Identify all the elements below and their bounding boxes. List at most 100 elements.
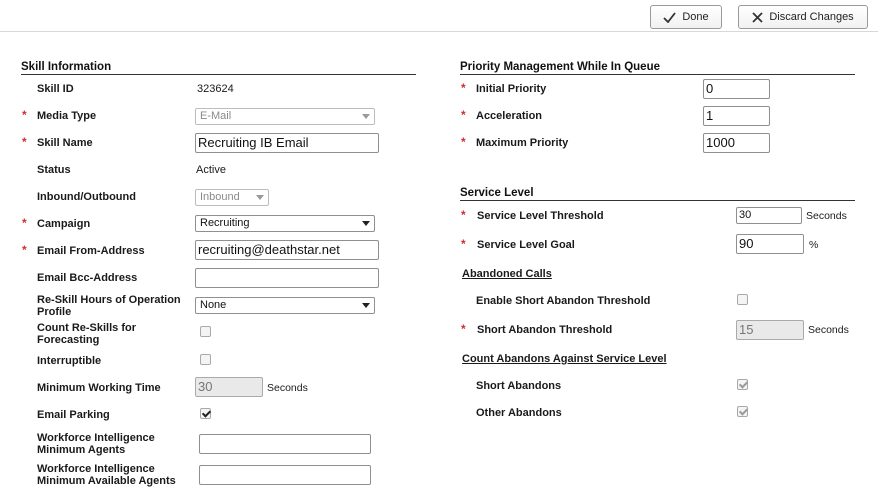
minimum-working-time-input[interactable]: 30 bbox=[195, 377, 263, 397]
service-level-threshold-value: 30 bbox=[739, 209, 752, 221]
required-marker: * bbox=[461, 208, 466, 222]
required-marker: * bbox=[22, 135, 27, 149]
reskill-hours-label: Re-Skill Hours of Operation Profile bbox=[37, 294, 181, 318]
status-label: Status bbox=[37, 164, 71, 176]
wfi-minimum-agents-label: Workforce Intelligence Minimum Agents bbox=[37, 432, 155, 456]
email-from-address-label: Email From-Address bbox=[37, 245, 145, 257]
wfi-minimum-agents-label-line-2: Minimum Agents bbox=[37, 444, 126, 456]
count-reskills-checkbox[interactable] bbox=[200, 326, 211, 337]
wfi-minimum-available-agents-label: Workforce Intelligence Minimum Available… bbox=[37, 463, 176, 487]
acceleration-input[interactable]: 1 bbox=[703, 106, 770, 126]
short-abandon-threshold-unit: Seconds bbox=[808, 324, 849, 336]
inbound-outbound-label: Inbound/Outbound bbox=[37, 191, 136, 203]
close-icon bbox=[752, 11, 763, 23]
minimum-working-time-value: 30 bbox=[198, 379, 213, 394]
short-abandon-threshold-input[interactable]: 15 bbox=[736, 320, 804, 340]
email-bcc-address-input[interactable] bbox=[195, 268, 379, 288]
inbound-outbound-value: Inbound bbox=[200, 191, 240, 203]
wfi-minimum-agents-input[interactable] bbox=[199, 434, 371, 454]
campaign-select[interactable]: Recruiting bbox=[195, 215, 375, 232]
service-level-goal-value: 90 bbox=[739, 236, 754, 251]
service-level-threshold-input[interactable]: 30 bbox=[736, 207, 802, 224]
toolbar-divider bbox=[0, 31, 878, 32]
count-reskills-label-line-2: Forecasting bbox=[37, 334, 100, 346]
skill-id-label: Skill ID bbox=[37, 83, 74, 95]
chevron-down-icon bbox=[362, 303, 370, 308]
email-bcc-address-label: Email Bcc-Address bbox=[37, 272, 138, 284]
short-abandons-checkbox[interactable] bbox=[737, 379, 748, 390]
wfi-minimum-available-agents-label-line-1: Workforce Intelligence bbox=[37, 463, 155, 475]
enable-short-abandon-checkbox[interactable] bbox=[737, 294, 748, 305]
skill-information-heading: Skill Information bbox=[21, 61, 112, 73]
service-level-goal-label: Service Level Goal bbox=[477, 239, 575, 251]
done-button-label: Done bbox=[682, 11, 709, 23]
wfi-minimum-available-agents-input[interactable] bbox=[199, 465, 371, 485]
done-button[interactable]: Done bbox=[650, 5, 722, 29]
email-parking-label: Email Parking bbox=[37, 409, 110, 421]
check-icon bbox=[663, 11, 677, 23]
minimum-working-time-unit: Seconds bbox=[267, 382, 308, 394]
required-marker: * bbox=[461, 135, 466, 149]
required-marker: * bbox=[461, 237, 466, 251]
interruptible-label: Interruptible bbox=[37, 355, 102, 367]
reskill-hours-value: None bbox=[200, 299, 227, 311]
reskill-hours-label-line-2: Profile bbox=[37, 306, 72, 318]
email-from-address-value: recruiting@deathstar.net bbox=[198, 242, 340, 257]
discard-changes-button-label: Discard Changes bbox=[769, 11, 854, 23]
skill-id-value: 323624 bbox=[197, 83, 234, 95]
maximum-priority-input[interactable]: 1000 bbox=[703, 133, 770, 153]
required-marker: * bbox=[461, 81, 466, 95]
chevron-down-icon bbox=[256, 195, 264, 200]
email-from-address-input[interactable]: recruiting@deathstar.net bbox=[195, 240, 379, 260]
acceleration-value: 1 bbox=[706, 108, 714, 123]
service-level-rule bbox=[460, 200, 855, 201]
status-value: Active bbox=[196, 164, 226, 176]
media-type-label: Media Type bbox=[37, 110, 97, 122]
skill-name-label: Skill Name bbox=[37, 137, 93, 149]
chevron-down-icon bbox=[362, 114, 370, 119]
count-reskills-label: Count Re-Skills for Forecasting bbox=[37, 322, 136, 346]
required-marker: * bbox=[461, 322, 466, 336]
minimum-working-time-label: Minimum Working Time bbox=[37, 382, 161, 394]
discard-changes-button[interactable]: Discard Changes bbox=[738, 5, 868, 29]
initial-priority-input[interactable]: 0 bbox=[703, 79, 770, 99]
required-marker: * bbox=[22, 108, 27, 122]
short-abandon-threshold-label: Short Abandon Threshold bbox=[477, 324, 613, 336]
media-type-value: E-Mail bbox=[200, 110, 232, 122]
abandoned-calls-heading: Abandoned Calls bbox=[462, 268, 552, 280]
count-abandons-heading: Count Abandons Against Service Level bbox=[462, 353, 667, 365]
service-level-threshold-unit: Seconds bbox=[806, 210, 847, 222]
skill-information-rule bbox=[21, 74, 416, 75]
skill-name-value: Recruiting IB Email bbox=[198, 135, 309, 150]
campaign-value: Recruiting bbox=[200, 217, 250, 229]
initial-priority-label: Initial Priority bbox=[476, 83, 547, 95]
short-abandons-label: Short Abandons bbox=[476, 380, 562, 392]
required-marker: * bbox=[461, 108, 466, 122]
chevron-down-icon bbox=[362, 221, 370, 226]
interruptible-checkbox[interactable] bbox=[200, 354, 211, 365]
email-parking-checkbox[interactable] bbox=[200, 408, 211, 419]
inbound-outbound-select[interactable]: Inbound bbox=[195, 189, 269, 206]
other-abandons-checkbox[interactable] bbox=[737, 406, 748, 417]
service-level-threshold-label: Service Level Threshold bbox=[477, 210, 604, 222]
required-marker: * bbox=[22, 216, 27, 230]
required-marker: * bbox=[22, 243, 27, 257]
service-level-goal-unit: % bbox=[809, 239, 819, 251]
campaign-label: Campaign bbox=[37, 218, 91, 230]
enable-short-abandon-label: Enable Short Abandon Threshold bbox=[476, 295, 651, 307]
media-type-select[interactable]: E-Mail bbox=[195, 108, 375, 125]
acceleration-label: Acceleration bbox=[476, 110, 543, 122]
count-reskills-label-line-1: Count Re-Skills for bbox=[37, 322, 137, 334]
wfi-minimum-available-agents-label-line-2: Minimum Available Agents bbox=[37, 475, 176, 487]
wfi-minimum-agents-label-line-1: Workforce Intelligence bbox=[37, 432, 155, 444]
short-abandon-threshold-value: 15 bbox=[739, 322, 754, 337]
reskill-hours-select[interactable]: None bbox=[195, 297, 375, 314]
reskill-hours-label-line-1: Re-Skill Hours of Operation bbox=[37, 294, 181, 306]
maximum-priority-label: Maximum Priority bbox=[476, 137, 569, 149]
skill-name-input[interactable]: Recruiting IB Email bbox=[195, 133, 379, 153]
priority-management-rule bbox=[460, 74, 855, 75]
service-level-goal-input[interactable]: 90 bbox=[736, 234, 804, 254]
priority-management-heading: Priority Management While In Queue bbox=[460, 61, 661, 73]
service-level-heading: Service Level bbox=[460, 187, 534, 199]
initial-priority-value: 0 bbox=[706, 81, 714, 96]
